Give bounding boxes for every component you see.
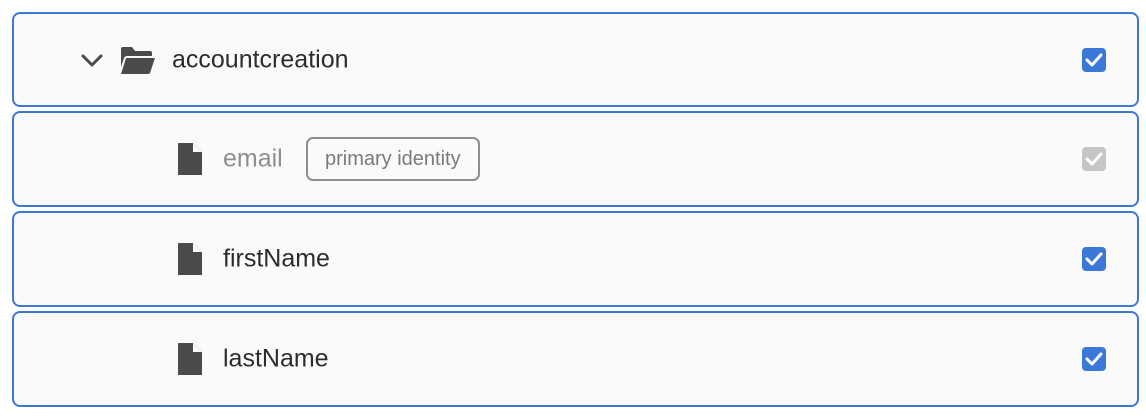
field-row-firstName[interactable]: firstName — [12, 211, 1139, 307]
folder-open-icon — [120, 45, 156, 75]
field-row-email[interactable]: email primary identity — [12, 111, 1139, 207]
chevron-down-icon[interactable] — [80, 48, 104, 72]
field-checkbox[interactable] — [1082, 247, 1106, 271]
field-name: lastName — [223, 344, 329, 373]
checkmark-icon — [1085, 252, 1103, 266]
field-checkbox-disabled — [1082, 147, 1106, 171]
field-row-lastName[interactable]: lastName — [12, 311, 1139, 407]
checkmark-icon — [1085, 352, 1103, 366]
folder-row-accountcreation[interactable]: accountcreation — [12, 12, 1139, 107]
field-checkbox[interactable] — [1082, 347, 1106, 371]
schema-field-tree: accountcreation email primary identity f… — [0, 0, 1146, 418]
checkmark-icon — [1085, 53, 1103, 66]
folder-name: accountcreation — [172, 45, 349, 73]
field-name: email — [223, 144, 283, 173]
primary-identity-badge: primary identity — [306, 137, 480, 181]
file-icon — [178, 243, 202, 275]
folder-checkbox[interactable] — [1082, 47, 1106, 72]
checkmark-icon — [1085, 152, 1103, 166]
file-icon — [178, 343, 202, 375]
file-icon — [178, 143, 202, 175]
field-name: firstName — [223, 244, 330, 273]
